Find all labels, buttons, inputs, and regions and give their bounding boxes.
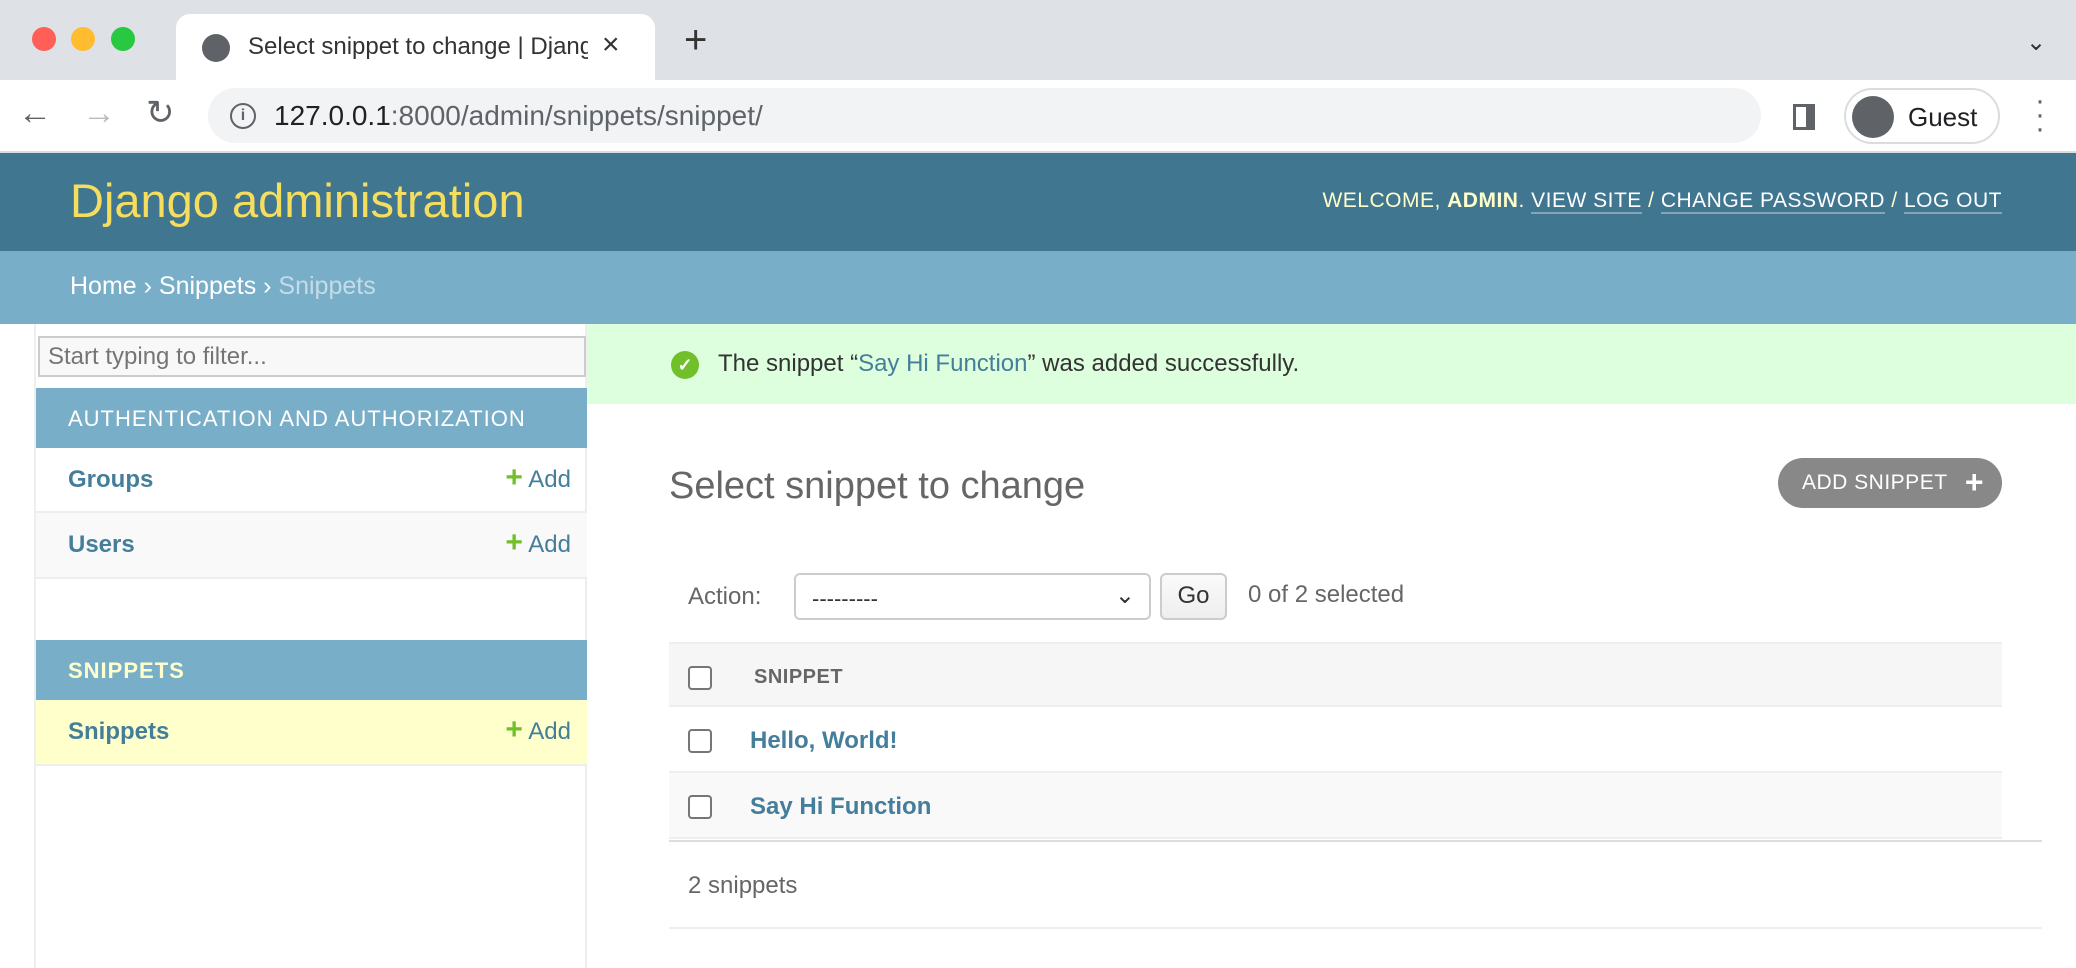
table-row: Hello, World! [669, 707, 2002, 773]
row-checkbox[interactable] [688, 729, 712, 753]
add-label: Add [528, 718, 571, 745]
add-link[interactable]: + Add [505, 715, 571, 746]
page-title: Select snippet to change [669, 465, 1086, 507]
message-prefix: The snippet “ [718, 350, 859, 377]
column-header-snippet[interactable]: SNIPPET [754, 666, 843, 689]
add-snippet-button[interactable]: ADD SNIPPET + [1778, 458, 2002, 508]
breadcrumb-current: Snippets [278, 272, 376, 300]
address-bar[interactable]: i 127.0.0.1:8000/admin/snippets/snippet/ [208, 88, 1761, 143]
message-object-link[interactable]: Say Hi Function [858, 350, 1027, 377]
sidebar-filter-input[interactable] [38, 336, 586, 377]
new-tab-button[interactable]: + [684, 20, 707, 60]
period: . [1518, 189, 1532, 212]
row-link[interactable]: Say Hi Function [750, 793, 931, 821]
action-label: Action: [688, 583, 762, 610]
maximize-window-button[interactable] [111, 27, 135, 51]
info-icon[interactable]: i [230, 103, 256, 129]
forward-icon[interactable]: → [82, 96, 116, 130]
model-link[interactable]: Groups [68, 466, 153, 494]
plus-icon: + [505, 526, 523, 559]
message-suffix: ” was added successfully. [1027, 350, 1300, 377]
action-selected-value: --------- [812, 586, 878, 611]
breadcrumb-sep: › [256, 272, 279, 300]
select-all-checkbox[interactable] [688, 666, 712, 690]
chevron-down-icon: ⌄ [1114, 582, 1135, 609]
row-checkbox[interactable] [688, 795, 712, 819]
close-window-button[interactable] [32, 27, 56, 51]
side-panel-icon[interactable] [1793, 104, 1815, 130]
add-link[interactable]: + Add [505, 528, 571, 559]
url-host: 127.0.0.1 [274, 100, 391, 131]
more-vert-icon[interactable]: · · · [2030, 86, 2050, 144]
nav-sidebar: AUTHENTICATION AND AUTHORIZATION Groups … [34, 324, 587, 968]
table-header: SNIPPET [669, 642, 2002, 707]
log-out-link[interactable]: LOG OUT [1903, 189, 2002, 214]
paginator: 2 snippets [669, 840, 2042, 929]
add-label: Add [528, 531, 571, 558]
user-tools: WELCOME, ADMIN. VIEW SITE / CHANGE PASSW… [1322, 189, 2002, 214]
minimize-window-button[interactable] [71, 27, 95, 51]
breadcrumb-home[interactable]: Home [70, 272, 137, 300]
view-site-link[interactable]: VIEW SITE [1531, 189, 1642, 214]
model-link[interactable]: Users [68, 531, 135, 559]
avatar-icon [1852, 96, 1894, 138]
profile-label: Guest [1908, 102, 1978, 132]
profile-button[interactable]: Guest [1844, 88, 2000, 144]
check-circle-icon: ✓ [671, 351, 699, 379]
model-link[interactable]: Snippets [68, 718, 169, 746]
admin-header: Django administration WELCOME, ADMIN. VI… [0, 153, 2076, 251]
selection-counter: 0 of 2 selected [1248, 581, 1405, 608]
table-row: Say Hi Function [669, 773, 2002, 839]
browser-tab[interactable]: Select snippet to change | Django site a… [176, 14, 655, 80]
close-icon[interactable]: × [602, 28, 620, 62]
action-select[interactable]: --------- ⌄ [794, 573, 1151, 620]
url-text: 127.0.0.1:8000/admin/snippets/snippet/ [274, 100, 763, 132]
add-label: Add [528, 466, 571, 493]
separator: / [1884, 189, 1904, 212]
separator: / [1641, 189, 1661, 212]
tab-title: Select snippet to change | Django site a… [248, 33, 588, 60]
breadcrumb-app[interactable]: Snippets [159, 272, 256, 300]
row-link[interactable]: Hello, World! [750, 727, 898, 755]
plus-icon: + [505, 461, 523, 494]
go-button[interactable]: Go [1160, 573, 1227, 620]
add-snippet-label: ADD SNIPPET [1802, 471, 1948, 494]
chevron-down-icon[interactable]: ⌄ [2026, 28, 2046, 57]
welcome-text: WELCOME, [1322, 189, 1448, 212]
browser-toolbar: ← → ↻ i 127.0.0.1:8000/admin/snippets/sn… [0, 80, 2076, 153]
sidebar-item-users: Users + Add [36, 513, 587, 579]
module-header-snippets[interactable]: SNIPPETS [36, 640, 587, 700]
result-list: SNIPPET Hello, World! Say Hi Function [669, 642, 2002, 839]
plus-icon: + [505, 713, 523, 746]
breadcrumb-sep: › [136, 272, 159, 300]
username: ADMIN [1447, 189, 1519, 212]
url-path: :8000/admin/snippets/snippet/ [390, 100, 763, 131]
reload-icon[interactable]: ↻ [146, 96, 175, 130]
change-password-link[interactable]: CHANGE PASSWORD [1660, 189, 1885, 214]
module-header-auth[interactable]: AUTHENTICATION AND AUTHORIZATION [36, 388, 587, 448]
plus-icon: + [1964, 464, 1984, 500]
browser-tab-bar: Select snippet to change | Django site a… [0, 0, 2076, 80]
breadcrumb: Home › Snippets › Snippets [0, 251, 2076, 324]
sidebar-item-snippets: Snippets + Add [36, 700, 587, 766]
message-text: The snippet “Say Hi Function” was added … [718, 350, 1299, 378]
add-link[interactable]: + Add [505, 463, 571, 494]
sidebar-item-groups: Groups + Add [36, 448, 587, 513]
back-icon[interactable]: ← [18, 96, 52, 130]
success-message: ✓ The snippet “Say Hi Function” was adde… [587, 324, 2076, 404]
breadcrumb-trail: Home › Snippets › Snippets [70, 272, 376, 301]
globe-icon [202, 34, 230, 62]
site-branding[interactable]: Django administration [70, 173, 525, 228]
